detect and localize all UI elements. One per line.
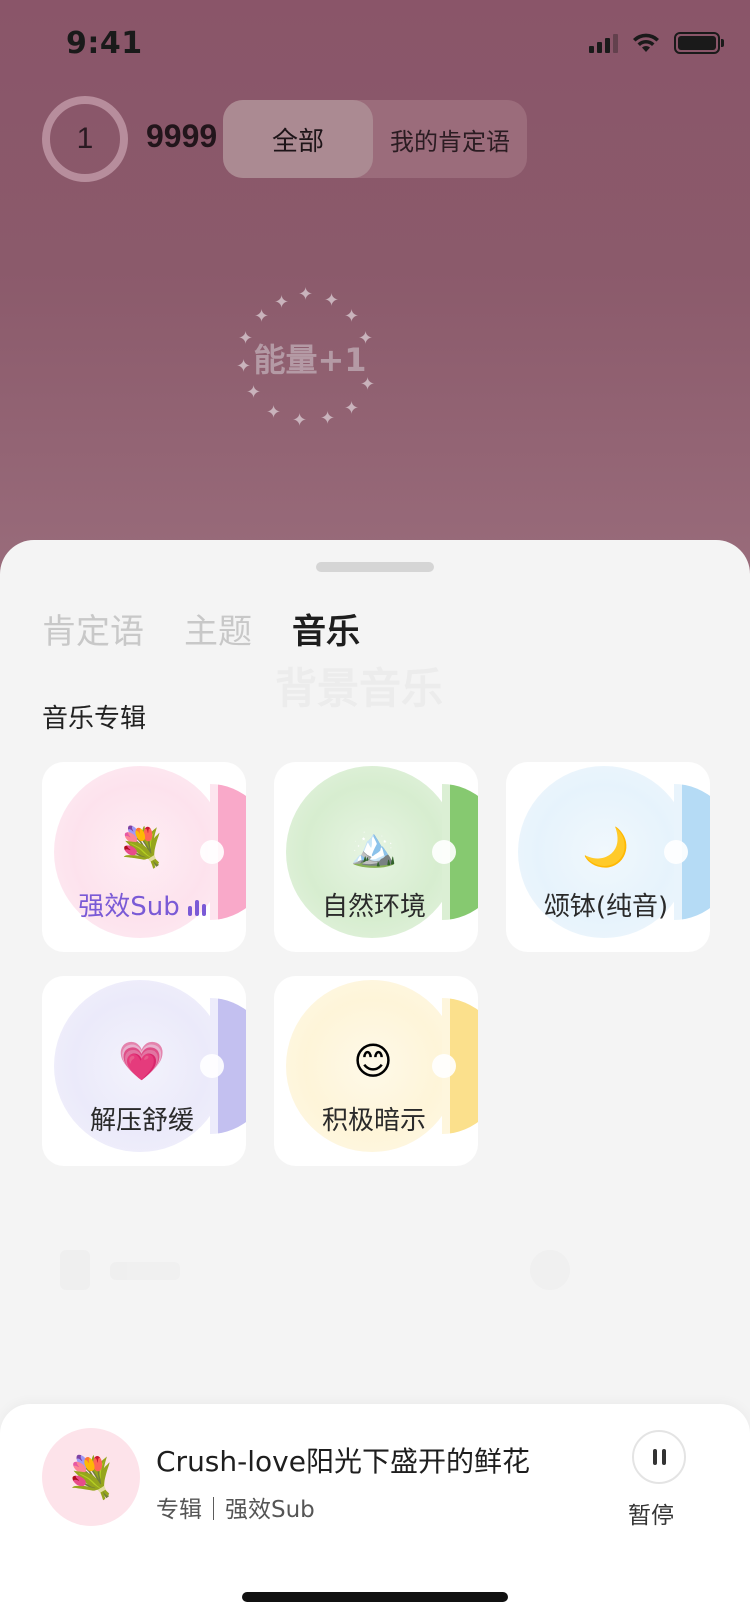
status-bar: 9:41 <box>0 0 750 90</box>
count-value: 1 <box>76 122 94 155</box>
sparkle-icon: ✦ <box>320 408 336 429</box>
disc-hole <box>664 840 688 864</box>
player-title: Crush-love阳光下盛开的鲜花 <box>156 1445 530 1478</box>
disc-hole <box>200 840 224 864</box>
album-label: 强效Sub <box>42 886 242 923</box>
album-card[interactable]: 😊 积极暗示 <box>274 976 478 1166</box>
sparkle-icon: ✦ <box>298 284 314 305</box>
status-icons <box>589 32 724 54</box>
sparkle-icon: ✦ <box>344 398 360 419</box>
signal-icon <box>589 33 618 53</box>
section-title: 音乐专辑 <box>42 704 147 734</box>
count-ring[interactable]: 1 <box>42 96 128 182</box>
home-indicator <box>242 1592 508 1602</box>
album-label: 解压舒缓 <box>89 1106 194 1136</box>
pause-button[interactable] <box>632 1430 686 1484</box>
album-card[interactable]: 🏔️ 自然环境 <box>274 762 478 952</box>
mountain-icon: 🏔️ <box>350 825 398 869</box>
segment-control: 全部 我的肯定语 <box>223 100 527 178</box>
heart-icon: 💗 <box>118 1039 166 1083</box>
album-label: 颂钵(纯音) <box>543 892 669 922</box>
ghost-title: 背景音乐 <box>275 664 444 713</box>
tab-affirmations[interactable]: 肯定语 <box>42 604 144 653</box>
wifi-icon <box>633 33 659 52</box>
segment-mine[interactable]: 我的肯定语 <box>373 122 527 157</box>
pause-label: 暂停 <box>628 1503 674 1529</box>
sparkle-icon: ✦ <box>324 290 340 311</box>
header-row: 1 9999 全部 我的肯定语 <box>42 96 742 182</box>
sparkle-icon: ✦ <box>254 306 270 327</box>
mini-player[interactable]: 💐 Crush-love阳光下盛开的鲜花 专辑｜强效Sub 暂停 <box>0 1404 750 1624</box>
sparkle-icon: ✦ <box>344 306 360 327</box>
segment-all[interactable]: 全部 <box>223 100 373 178</box>
player-subtitle: 专辑｜强效Sub <box>156 1497 315 1523</box>
disc-hole <box>432 1054 456 1078</box>
disc-hole <box>200 1054 224 1078</box>
album-card[interactable]: 💗 解压舒缓 <box>42 976 246 1166</box>
player-cover[interactable]: 💐 <box>42 1428 140 1526</box>
bouquet-icon: 💐 <box>66 1454 116 1501</box>
sparkle-icon: ✦ <box>246 382 262 403</box>
pause-icon <box>661 1449 666 1465</box>
sparkle-icon: ✦ <box>292 410 308 431</box>
sparkle-icon: ✦ <box>274 292 290 313</box>
album-label: 自然环境 <box>321 892 426 922</box>
sparkle-icon: ✦ <box>266 402 282 423</box>
energy-badge: ✦ ✦ ✦ ✦ ✦ ✦ ✦ ✦ ✦ ✦ ✦ ✦ ✦ ✦ 能量+1 <box>236 284 380 431</box>
energy-text: 能量+1 <box>253 341 367 379</box>
tab-music[interactable]: 音乐 <box>292 604 360 653</box>
album-card[interactable]: 💐 强效Sub <box>42 762 246 952</box>
battery-icon <box>674 32 724 54</box>
moon-icon: 🌙 <box>582 825 630 869</box>
album-label: 积极暗示 <box>321 1106 426 1136</box>
smile-icon: 😊 <box>353 1039 393 1083</box>
status-time: 9:41 <box>66 26 143 61</box>
disc-hole <box>432 840 456 864</box>
bouquet-icon: 💐 <box>118 825 166 869</box>
sheet-tabs: 肯定语 主题 音乐 <box>42 604 360 653</box>
equalizer-icon <box>187 899 206 916</box>
pause-icon <box>652 1449 657 1465</box>
album-card[interactable]: 🌙 颂钵(纯音) <box>506 762 710 952</box>
tab-theme[interactable]: 主题 <box>184 604 252 653</box>
score-value: 9999 <box>146 118 218 154</box>
sheet-drag-handle[interactable] <box>316 562 434 572</box>
ghost-row <box>60 1240 660 1300</box>
